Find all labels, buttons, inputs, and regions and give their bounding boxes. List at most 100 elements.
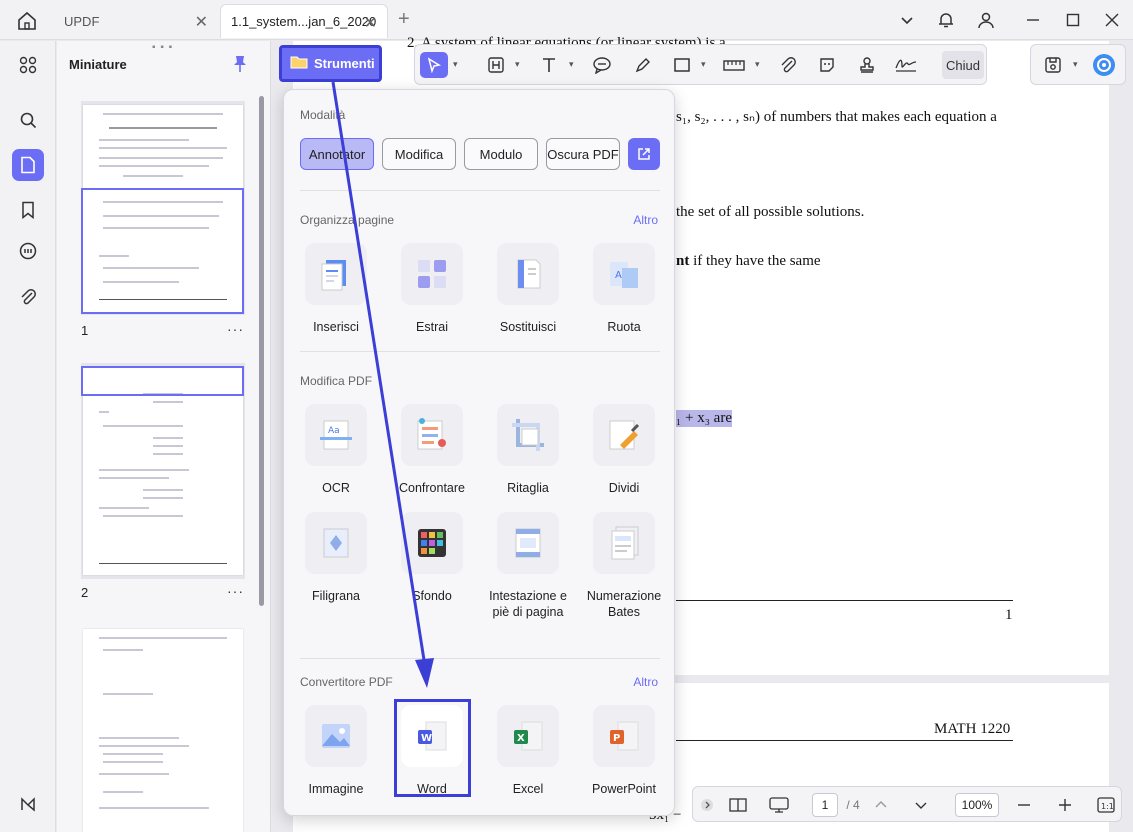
chevron-down-icon[interactable]: ▾ <box>1073 59 1078 70</box>
chevron-down-icon[interactable] <box>913 795 929 815</box>
thumbnails-scrollbar[interactable] <box>259 96 264 606</box>
home-icon[interactable] <box>16 10 38 32</box>
chevron-down-icon[interactable]: ▾ <box>569 59 574 70</box>
tab-bar: UPDF ✕ 1.1_system...jan_6_2020 ✕ + <box>0 0 1133 40</box>
mode-form-button[interactable]: Modulo <box>464 138 538 170</box>
thumbnail-page-2[interactable] <box>83 367 243 575</box>
zoom-in-icon[interactable] <box>1057 795 1073 815</box>
attach-tool-icon[interactable] <box>774 52 802 78</box>
mode-edit-button[interactable]: Modifica <box>382 138 456 170</box>
close-tab-icon[interactable]: ✕ <box>364 13 377 33</box>
tile-label: Confrontare <box>398 481 465 495</box>
organize-section-title: Organizza pagine <box>300 213 395 227</box>
close-tab-icon[interactable]: ✕ <box>195 12 208 32</box>
close-tools-button[interactable]: Chiud <box>942 51 984 79</box>
text-tool-icon[interactable] <box>535 52 563 78</box>
minimize-icon[interactable] <box>1022 9 1044 31</box>
chevron-right-icon[interactable] <box>699 795 715 815</box>
tab-updf[interactable]: UPDF ✕ <box>50 4 218 38</box>
crop-button[interactable]: Ritaglia <box>480 404 576 496</box>
word-highlight-box <box>394 699 471 797</box>
thumbnail-more-icon[interactable]: ··· <box>227 583 244 599</box>
svg-text:A: A <box>615 270 622 281</box>
convert-excel-button[interactable]: X Excel <box>480 705 576 797</box>
thumbnail-page-number: 1 <box>81 323 89 338</box>
convert-image-button[interactable]: Immagine <box>288 705 384 797</box>
select-tool-icon[interactable] <box>420 52 448 78</box>
maximize-icon[interactable] <box>1062 9 1084 31</box>
tab-label: 1.1_system...jan_6_2020 <box>231 14 377 29</box>
add-tab-icon[interactable]: + <box>398 8 410 31</box>
actual-size-icon[interactable]: 1:1 <box>1096 795 1116 815</box>
thumbnail-selection <box>81 366 244 396</box>
page-layout-icon[interactable] <box>727 795 749 815</box>
thumbnail-page-3[interactable] <box>83 629 243 832</box>
tools-button[interactable]: Strumenti <box>279 45 382 82</box>
split-button[interactable]: Dividi <box>576 404 672 496</box>
tile-label: PowerPoint <box>592 782 656 796</box>
convert-section-title: Convertitore PDF <box>300 675 393 689</box>
apps-grid-icon[interactable] <box>12 49 44 81</box>
split-icon <box>593 404 655 466</box>
zoom-level-input[interactable]: 100% <box>955 793 999 817</box>
stamp-tool-icon[interactable] <box>853 52 881 78</box>
bates-numbering-button[interactable]: Numerazione Bates <box>576 512 672 620</box>
external-link-icon[interactable] <box>628 138 660 170</box>
doc-text-line: s₁, s₂, . . . , sₙ) of numbers that make… <box>676 109 997 125</box>
shape-tool-icon[interactable] <box>668 52 696 78</box>
background-button[interactable]: Sfondo <box>384 512 480 604</box>
pen-tool-icon[interactable] <box>629 52 657 78</box>
thumbnails-icon[interactable] <box>12 149 44 181</box>
mode-annotator-button[interactable]: Annotator <box>300 138 374 170</box>
presentation-icon[interactable] <box>767 795 791 815</box>
chevron-up-icon[interactable] <box>873 795 889 815</box>
crop-icon <box>497 404 559 466</box>
compare-button[interactable]: Confrontare <box>384 404 480 496</box>
tile-label: Filigrana <box>312 589 360 603</box>
tab-document[interactable]: 1.1_system...jan_6_2020 ✕ <box>220 4 388 38</box>
current-page-input[interactable]: 1 <box>812 793 838 817</box>
attachment-icon[interactable] <box>12 281 44 313</box>
highlight-tool-icon[interactable] <box>482 52 510 78</box>
thumbnail-more-icon[interactable]: ··· <box>227 321 244 337</box>
organize-more-link[interactable]: Altro <box>633 213 658 227</box>
pin-icon[interactable] <box>232 55 248 78</box>
total-pages-text: / 4 <box>846 798 860 812</box>
insert-pages-button[interactable]: Inserisci <box>288 243 384 335</box>
replace-pages-button[interactable]: Sostituisci <box>480 243 576 335</box>
ai-assistant-icon[interactable] <box>1090 52 1118 78</box>
chevron-down-icon[interactable]: ▾ <box>515 59 520 70</box>
image-convert-icon <box>305 705 367 767</box>
chevron-down-icon[interactable]: ▾ <box>755 59 760 70</box>
zoom-out-icon[interactable] <box>1016 795 1032 815</box>
rotate-pages-button[interactable]: A Ruota <box>576 243 672 335</box>
convert-more-link[interactable]: Altro <box>633 675 658 689</box>
doc-highlighted-text[interactable]: ₁ + x₃ are <box>676 410 732 427</box>
header-footer-button[interactable]: Intestazione e piè di pagina <box>480 512 576 620</box>
watermark-icon <box>305 512 367 574</box>
chevron-down-icon[interactable]: ▾ <box>701 59 706 70</box>
doc-text: if they have the same <box>689 253 821 269</box>
layers-icon[interactable] <box>12 788 44 820</box>
measure-tool-icon[interactable] <box>720 52 748 78</box>
user-account-icon[interactable] <box>975 9 997 31</box>
extract-pages-button[interactable]: Estrai <box>384 243 480 335</box>
mode-redact-button[interactable]: Oscura PDF <box>546 138 620 170</box>
bookmark-icon[interactable] <box>12 194 44 226</box>
watermark-button[interactable]: Filigrana <box>288 512 384 604</box>
close-window-icon[interactable] <box>1101 9 1123 31</box>
chevron-down-icon[interactable] <box>896 9 918 31</box>
bates-numbering-icon <box>593 512 655 574</box>
drag-handle-icon[interactable]: ▪ ▪ ▪ <box>152 42 173 53</box>
ocr-button[interactable]: Aa OCR <box>288 404 384 496</box>
chevron-down-icon[interactable]: ▾ <box>453 59 458 70</box>
search-icon[interactable] <box>12 104 44 136</box>
comment-tool-icon[interactable] <box>588 52 616 78</box>
signature-tool-icon[interactable] <box>892 52 920 78</box>
save-icon[interactable] <box>1039 52 1067 78</box>
comments-icon[interactable] <box>12 236 44 268</box>
notification-bell-icon[interactable] <box>935 9 957 31</box>
svg-text:P: P <box>613 733 620 744</box>
sticker-tool-icon[interactable] <box>813 52 841 78</box>
convert-powerpoint-button[interactable]: P PowerPoint <box>576 705 672 797</box>
